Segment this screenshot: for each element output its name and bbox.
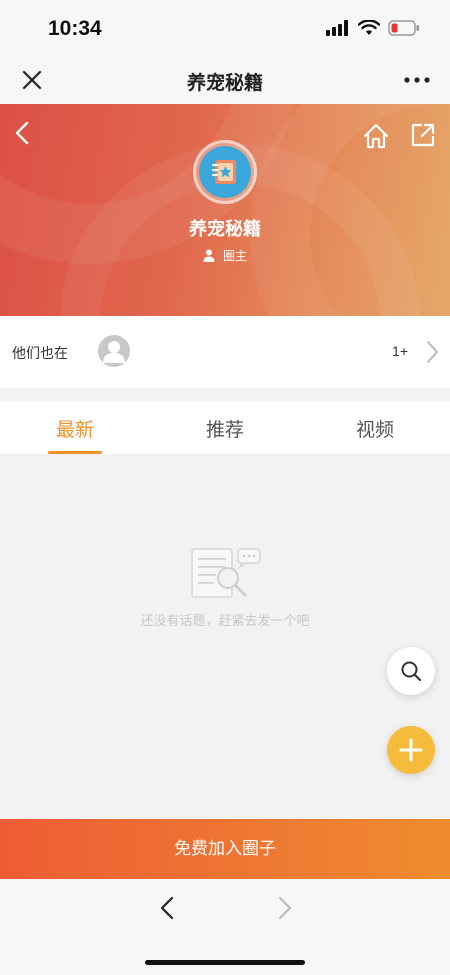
person-icon (203, 249, 215, 262)
add-post-button[interactable] (387, 726, 435, 774)
members-label: 他们也在 (12, 346, 68, 362)
status-time: 10:34 (48, 17, 102, 40)
search-icon (401, 661, 422, 682)
home-icon[interactable] (362, 122, 390, 150)
home-indicator (145, 960, 305, 965)
circle-name: 养宠秘籍 (189, 219, 261, 240)
browser-toolbar (0, 879, 450, 975)
more-icon[interactable] (404, 68, 430, 92)
search-button[interactable] (387, 647, 435, 695)
tab-recommended[interactable]: 推荐 (150, 401, 300, 454)
members-row[interactable]: 他们也在 1+ (0, 316, 450, 388)
circle-avatar (193, 140, 257, 204)
page-title: 养宠秘籍 (186, 72, 263, 94)
chevron-right-icon (427, 341, 438, 363)
chevron-right-icon[interactable] (272, 895, 296, 921)
signal-icon (326, 20, 348, 36)
empty-state-text: 还没有话题，赶紧去发一个吧 (140, 614, 310, 629)
nav-bar: 养宠秘籍 (0, 56, 450, 104)
join-circle-button[interactable]: 免费加入圈子 (0, 819, 450, 879)
wifi-icon (358, 20, 380, 35)
avatar[interactable] (98, 335, 130, 367)
chevron-left-icon[interactable] (156, 895, 180, 921)
default-avatar-icon (103, 341, 125, 363)
circle-header: 养宠秘籍 圈主 (0, 104, 450, 316)
owner-badge: 圈主 (0, 247, 450, 264)
tab-bar: 最新 推荐 视频 (0, 401, 450, 455)
notebook-icon (212, 160, 236, 184)
empty-document-icon (191, 548, 261, 598)
status-bar: 10:34 (0, 0, 450, 56)
plus-icon (399, 738, 423, 762)
circle-avatar-image (199, 146, 251, 198)
tab-latest[interactable]: 最新 (0, 401, 150, 454)
tab-underline (48, 451, 102, 454)
tab-video[interactable]: 视频 (300, 401, 450, 454)
share-icon[interactable] (410, 122, 436, 148)
back-icon[interactable] (12, 120, 34, 146)
battery-icon (388, 20, 419, 36)
owner-label: 圈主 (222, 249, 247, 263)
status-icons (326, 20, 420, 36)
members-count: 1+ (392, 343, 408, 359)
